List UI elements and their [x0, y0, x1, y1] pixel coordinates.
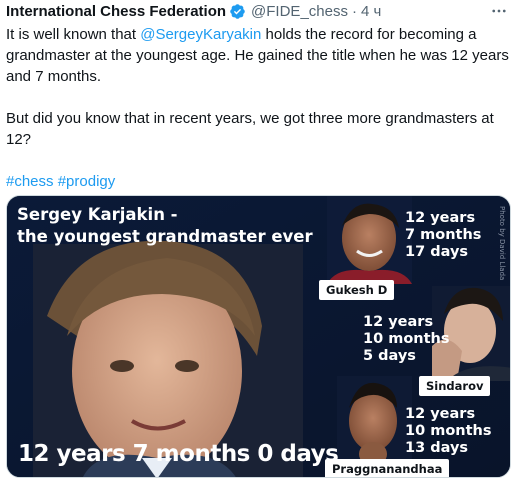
age-years: 12 years: [363, 314, 434, 330]
headline-line-2: the youngest grandmaster ever: [17, 227, 313, 246]
player-label-praggnanandhaa: Praggnanandhaa: [325, 459, 450, 477]
photo-credit: Photo by David Llada: [498, 206, 506, 281]
tweet[interactable]: International Chess Federation @FIDE_che…: [0, 0, 514, 479]
mention-link[interactable]: @SergeyKaryakin: [140, 26, 261, 43]
gukesh-age: 12 years 7 months 17 days: [405, 210, 481, 261]
tweet-paragraph-2: But did you know that in recent years, w…: [6, 110, 494, 148]
separator-dot: ·: [351, 2, 357, 20]
sindarov-age: 12 years 10 months 5 days: [363, 314, 450, 365]
age-days: 17 days: [405, 244, 469, 260]
praggnanandhaa-age: 12 years 10 months 13 days: [405, 406, 492, 457]
gukesh-photo: [327, 196, 412, 284]
author-handle[interactable]: @FIDE_chess: [251, 3, 348, 20]
timestamp[interactable]: 4 ч: [361, 3, 381, 20]
more-options-button[interactable]: [490, 2, 508, 20]
more-options-icon: [492, 9, 506, 13]
age-months: 10 months: [363, 331, 450, 347]
age-years: 12 years: [405, 406, 476, 422]
text-segment: It is well known that: [6, 26, 141, 43]
hashtags: #chess #prodigy: [6, 171, 510, 192]
age-days: 13 days: [405, 440, 469, 456]
author-name[interactable]: International Chess Federation: [6, 3, 226, 20]
tweet-text: It is well known that @SergeyKaryakin ho…: [6, 24, 510, 192]
image-headline: Sergey Karjakin - the youngest grandmast…: [17, 204, 313, 248]
player-label-gukesh: Gukesh D: [319, 280, 395, 300]
tweet-header: International Chess Federation @FIDE_che…: [6, 1, 381, 21]
player-label-sindarov: Sindarov: [419, 376, 491, 396]
tweet-image[interactable]: Sergey Karjakin - the youngest grandmast…: [6, 195, 511, 478]
headline-line-1: Sergey Karjakin -: [17, 205, 178, 224]
age-months: 10 months: [405, 423, 492, 439]
hashtag-link[interactable]: #chess: [6, 173, 54, 190]
karjakin-age-caption: 12 years 7 months 0 days: [18, 441, 339, 467]
tweet-paragraph-1: It is well known that @SergeyKaryakin ho…: [6, 24, 510, 87]
hashtag-link[interactable]: #prodigy: [58, 173, 116, 190]
age-years: 12 years: [405, 210, 476, 226]
verified-badge-icon: [229, 3, 246, 20]
age-months: 7 months: [405, 227, 482, 243]
age-days: 5 days: [363, 348, 416, 364]
